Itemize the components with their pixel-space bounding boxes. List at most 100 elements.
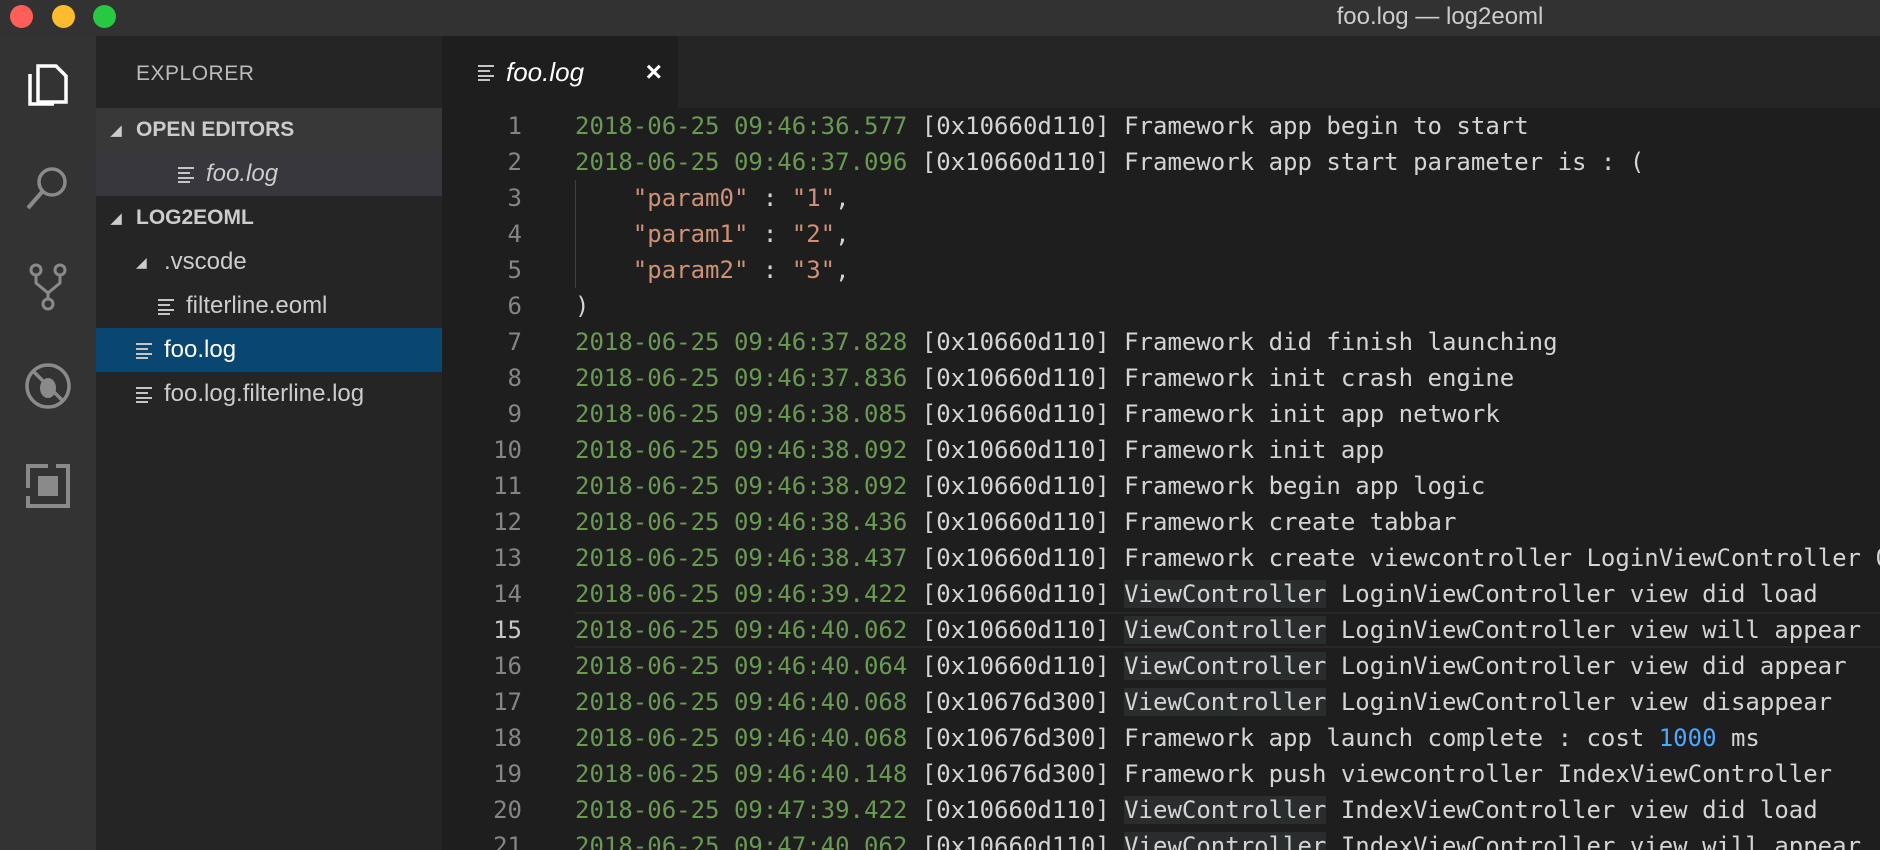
line-code: "param0" : "1", — [575, 180, 850, 216]
log-component: Framework — [1124, 724, 1255, 752]
editor-line[interactable]: 1 2018-06-25 09:46:36.577 [0x10660d110] F… — [442, 108, 1880, 144]
editor-line[interactable]: 4 "param1" : "2", — [442, 216, 1880, 252]
line-code: 2018-06-25 09:46:40.062 [0x10660d110] Vi… — [575, 612, 1861, 648]
editor-line[interactable]: 19 2018-06-25 09:46:40.148 [0x10676d300] … — [442, 756, 1880, 792]
extensions-icon[interactable] — [18, 456, 78, 516]
log-component: Framework — [1124, 544, 1255, 572]
editor-line[interactable]: 7 2018-06-25 09:46:37.828 [0x10660d110] F… — [442, 324, 1880, 360]
maximize-window-button[interactable] — [93, 5, 116, 28]
param-value: "1" — [791, 184, 836, 212]
close-window-button[interactable] — [10, 5, 33, 28]
log-timestamp: 2018-06-25 09:46:36.577 — [575, 112, 908, 140]
param-value: "3" — [791, 256, 836, 284]
editor-line[interactable]: 8 2018-06-25 09:46:37.836 [0x10660d110] F… — [442, 360, 1880, 396]
param-comma: , — [835, 256, 850, 284]
line-code: "param1" : "2", — [575, 216, 850, 252]
folder-vscode[interactable]: ◢ .vscode — [96, 240, 442, 284]
line-code: ) — [575, 288, 589, 324]
log-thread-id: [0x10660d110] — [921, 400, 1110, 428]
source-control-icon[interactable] — [18, 256, 78, 316]
open-editors-section-header[interactable]: ◢ OPEN EDITORS — [96, 108, 442, 152]
line-code: 2018-06-25 09:46:37.836 [0x10660d110] Fr… — [575, 360, 1514, 396]
editor-line[interactable]: 11 2018-06-25 09:46:38.092 [0x10660d110] … — [442, 468, 1880, 504]
close-icon[interactable]: × — [646, 56, 662, 88]
param-separator: : — [748, 184, 792, 212]
log-message: LoginViewController view disappear — [1326, 688, 1833, 716]
editor-line[interactable]: 20 2018-06-25 09:47:39.422 [0x10660d110] … — [442, 792, 1880, 828]
activity-bar — [0, 36, 96, 850]
log-timestamp: 2018-06-25 09:46:39.422 — [575, 580, 908, 608]
editor-line[interactable]: 13 2018-06-25 09:46:38.437 [0x10660d110] … — [442, 540, 1880, 576]
editor-line[interactable]: 6) — [442, 288, 1880, 324]
editor-line[interactable]: 5 "param2" : "3", — [442, 252, 1880, 288]
search-icon[interactable] — [18, 158, 78, 218]
editor-line[interactable]: 2 2018-06-25 09:46:37.096 [0x10660d110] F… — [442, 144, 1880, 180]
file-foo-log-filterline-log[interactable]: foo.log.filterline.log — [96, 372, 442, 416]
param-key: "param2" — [632, 256, 749, 284]
line-number: 6 — [507, 292, 522, 320]
editor-content[interactable]: 1 2018-06-25 09:46:36.577 [0x10660d110] F… — [442, 108, 1880, 850]
line-code: 2018-06-25 09:47:39.422 [0x10660d110] Vi… — [575, 792, 1818, 828]
log-timestamp: 2018-06-25 09:46:40.068 — [575, 724, 908, 752]
log-component: Framework — [1124, 472, 1255, 500]
file-lines-icon — [136, 341, 152, 359]
log-thread-id: [0x10660d110] — [921, 508, 1110, 536]
log-message: did finish launching — [1254, 328, 1558, 356]
line-number: 10 — [493, 436, 522, 464]
log-plain: ) — [575, 292, 590, 320]
log-timestamp: 2018-06-25 09:46:38.437 — [575, 544, 908, 572]
log-message: app launch complete : cost — [1254, 724, 1659, 752]
editor-line[interactable]: 16 2018-06-25 09:46:40.064 [0x10660d110] … — [442, 648, 1880, 684]
log-timestamp: 2018-06-25 09:46:40.062 — [575, 616, 908, 644]
line-number: 16 — [493, 652, 522, 680]
log-component: Framework — [1124, 508, 1255, 536]
editor-line[interactable]: 14 2018-06-25 09:46:39.422 [0x10660d110] … — [442, 576, 1880, 612]
log-component: Framework — [1124, 148, 1255, 176]
param-key: "param0" — [632, 184, 749, 212]
editor-line[interactable]: 17 2018-06-25 09:46:40.068 [0x10676d300] … — [442, 684, 1880, 720]
log-component: Framework — [1124, 436, 1255, 464]
line-code: 2018-06-25 09:46:38.085 [0x10660d110] Fr… — [575, 396, 1500, 432]
line-code: 2018-06-25 09:46:38.092 [0x10660d110] Fr… — [575, 468, 1485, 504]
file-label: foo.log — [164, 336, 237, 363]
editor-line[interactable]: 12 2018-06-25 09:46:38.436 [0x10660d110] … — [442, 504, 1880, 540]
minimize-window-button[interactable] — [52, 5, 75, 28]
log-timestamp: 2018-06-25 09:46:40.064 — [575, 652, 908, 680]
param-key: "param1" — [632, 220, 749, 248]
log-component: ViewController — [1124, 616, 1327, 644]
tab-foo-log[interactable]: foo.log × — [442, 36, 678, 108]
file-filterline-eoml[interactable]: filterline.eoml — [96, 284, 442, 328]
project-section-header[interactable]: ◢ LOG2EOML — [96, 196, 442, 240]
param-value: "2" — [791, 220, 836, 248]
editor-line[interactable]: 9 2018-06-25 09:46:38.085 [0x10660d110] F… — [442, 396, 1880, 432]
folder-label: .vscode — [164, 248, 247, 275]
open-editor-item-foo-log[interactable]: foo.log — [96, 152, 442, 196]
editor-line[interactable]: 15 2018-06-25 09:46:40.062 [0x10660d110] … — [442, 612, 1880, 648]
line-code: 2018-06-25 09:46:40.068 [0x10676d300] Fr… — [575, 720, 1760, 756]
log-thread-id: [0x10660d110] — [921, 148, 1110, 176]
explorer-title: EXPLORER — [136, 62, 255, 85]
log-component: ViewController — [1124, 688, 1327, 716]
log-thread-id: [0x10676d300] — [921, 688, 1110, 716]
line-code: 2018-06-25 09:46:38.436 [0x10660d110] Fr… — [575, 504, 1456, 540]
log-message: app begin to start — [1254, 112, 1529, 140]
title-bar: foo.log — log2eoml — [0, 0, 1880, 36]
file-foo-log[interactable]: foo.log — [96, 328, 442, 372]
editor-line[interactable]: 21 2018-06-25 09:47:40.062 [0x10660d110] … — [442, 828, 1880, 850]
files-icon[interactable] — [18, 54, 78, 114]
line-number: 5 — [507, 256, 522, 284]
editor-line[interactable]: 18 2018-06-25 09:46:40.068 [0x10676d300] … — [442, 720, 1880, 756]
line-code: 2018-06-25 09:46:40.148 [0x10676d300] Fr… — [575, 756, 1832, 792]
debug-icon[interactable] — [18, 356, 78, 416]
line-code: "param2" : "3", — [575, 252, 850, 288]
editor-line[interactable]: 3 "param0" : "1", — [442, 180, 1880, 216]
line-code: 2018-06-25 09:46:40.064 [0x10660d110] Vi… — [575, 648, 1847, 684]
log-component: Framework — [1124, 364, 1255, 392]
log-timestamp: 2018-06-25 09:46:38.092 — [575, 472, 908, 500]
log-timestamp: 2018-06-25 09:47:39.422 — [575, 796, 908, 824]
log-component: ViewController — [1124, 580, 1327, 608]
editor-line[interactable]: 10 2018-06-25 09:46:38.092 [0x10660d110] … — [442, 432, 1880, 468]
chevron-down-icon: ◢ — [136, 253, 147, 270]
log-timestamp: 2018-06-25 09:46:37.836 — [575, 364, 908, 392]
log-thread-id: [0x10660d110] — [921, 364, 1110, 392]
